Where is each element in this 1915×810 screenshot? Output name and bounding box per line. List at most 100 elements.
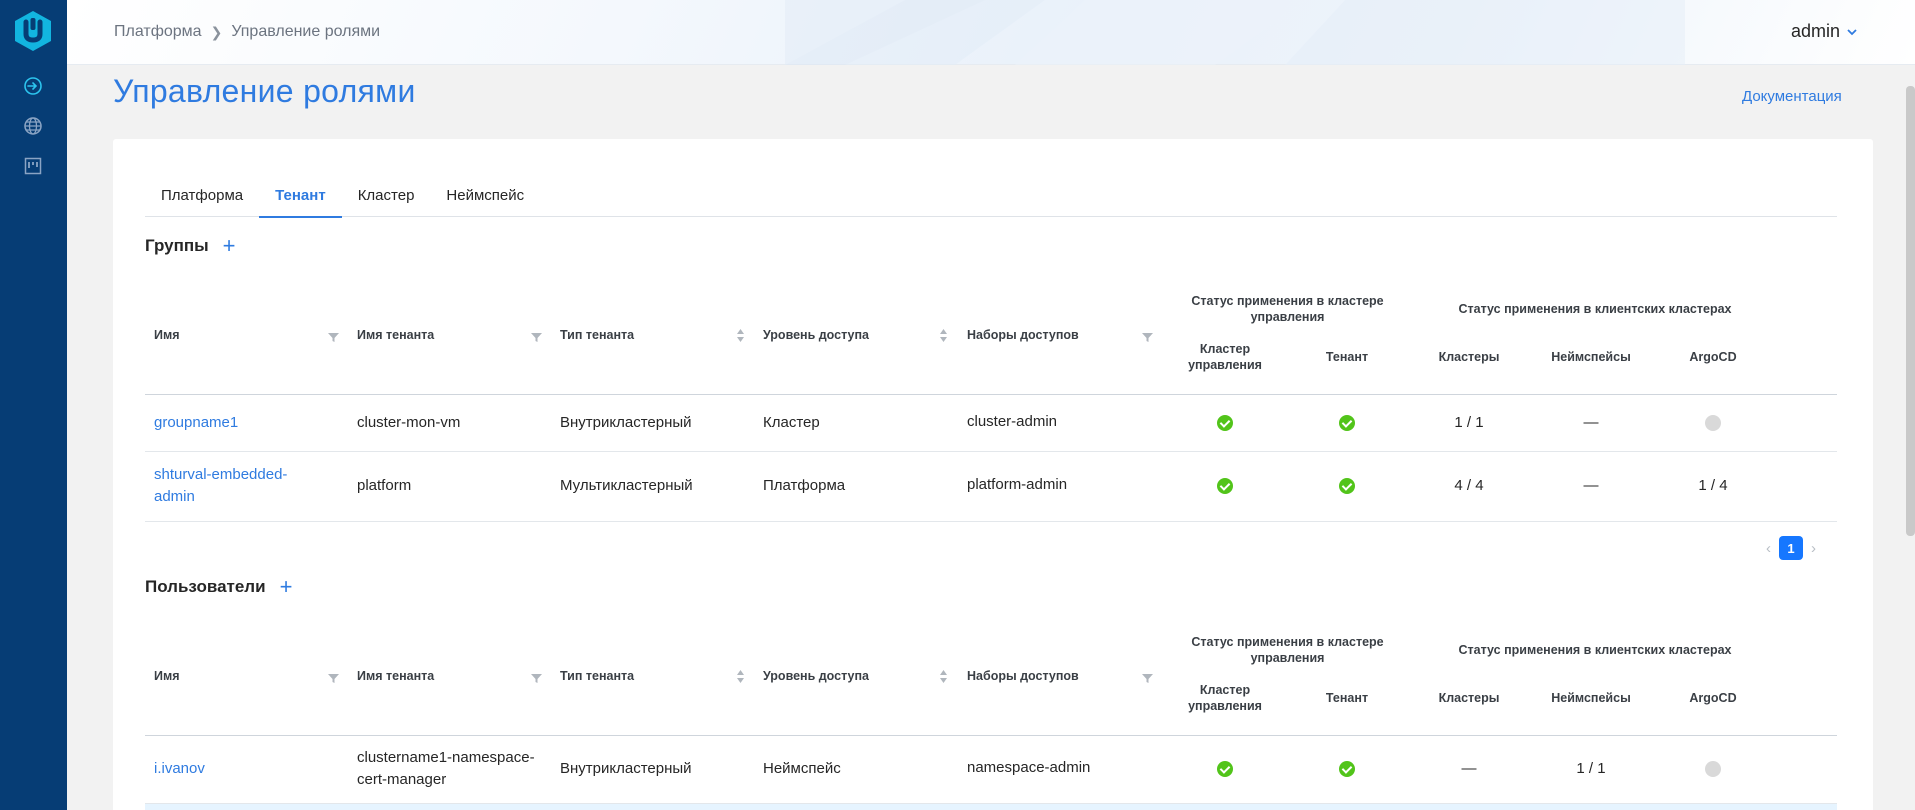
tenant-name-cell: cluster-mon-vm — [357, 414, 461, 431]
col-access-sets: Наборы доступов — [967, 328, 1079, 342]
pagination: ‹ 1 › — [1766, 536, 1816, 560]
table-row[interactable]: groupname1 cluster-mon-vm Внутрикластерн… — [145, 395, 1837, 452]
tab-tenant[interactable]: Тенант — [259, 176, 342, 218]
groups-section-title: Группы + — [145, 235, 236, 257]
tab-platform[interactable]: Платформа — [145, 176, 259, 217]
access-level-cell: Неймспейс — [763, 760, 841, 777]
col-tenant-type: Тип тенанта — [560, 669, 635, 683]
col-clusters: Кластеры — [1438, 350, 1500, 364]
user-name: admin — [1790, 21, 1840, 41]
next-row-highlight — [145, 804, 1837, 810]
chevron-down-icon — [1847, 28, 1857, 35]
col-name: Имя — [154, 328, 180, 342]
tenant-type-cell: Внутрикластерный — [560, 760, 692, 777]
sort-icon[interactable] — [736, 328, 745, 348]
filter-icon[interactable] — [531, 330, 542, 348]
status-none-icon — [1705, 415, 1721, 431]
access-sets-cell: platform-admin — [967, 476, 1068, 493]
page-title: Управление ролями — [113, 73, 416, 109]
next-page-icon[interactable]: › — [1811, 540, 1816, 557]
sidebar — [0, 0, 67, 810]
filter-icon[interactable] — [1142, 671, 1153, 689]
col-group-client: Статус применения в клиентских кластерах — [1458, 302, 1732, 316]
groups-title: Группы — [145, 236, 209, 255]
header-pattern-decoration — [785, 0, 1685, 65]
tenant-name-cell: clustername1-namespace-cert-manager — [357, 749, 535, 788]
status-ok-icon — [1217, 478, 1233, 494]
groups-table: Имя Имя тенанта Тип тенанта Уровень дост… — [145, 275, 1837, 522]
col-name: Имя — [154, 669, 180, 683]
col-tenant: Тенант — [1325, 350, 1369, 364]
sort-icon[interactable] — [736, 669, 745, 689]
globe-icon[interactable] — [22, 115, 44, 137]
table-row[interactable]: shturval-embedded-admin platform Мультик… — [145, 452, 1837, 522]
col-clusters: Кластеры — [1438, 691, 1500, 705]
col-argocd: ArgoCD — [1689, 350, 1737, 364]
tab-cluster[interactable]: Кластер — [342, 176, 431, 217]
login-icon[interactable] — [22, 75, 44, 97]
col-tenant-type: Тип тенанта — [560, 328, 635, 342]
access-sets-cell: cluster-admin — [967, 413, 1058, 430]
user-menu[interactable]: admin — [1791, 21, 1858, 42]
namespaces-cell: — — [1583, 414, 1599, 431]
filter-icon[interactable] — [328, 671, 339, 689]
col-tenant-name: Имя тенанта — [357, 669, 435, 683]
namespaces-cell: 1 / 1 — [1576, 760, 1606, 777]
breadcrumb-role-management: Управление ролями — [231, 23, 381, 40]
users-table: Имя Имя тенанта Тип тенанта Уровень дост… — [145, 616, 1837, 804]
users-table-header: Имя Имя тенанта Тип тенанта Уровень дост… — [145, 616, 1837, 736]
main-card: Платформа Тенант Кластер Неймспейс Групп… — [113, 139, 1873, 810]
status-ok-icon — [1339, 478, 1355, 494]
namespaces-cell: — — [1583, 477, 1599, 494]
documentation-link[interactable]: Документация — [1742, 88, 1842, 105]
chevron-right-icon: ❯ — [210, 23, 223, 40]
tab-namespace[interactable]: Неймспейс — [430, 176, 540, 217]
col-tenant-name: Имя тенанта — [357, 328, 435, 342]
status-none-icon — [1705, 761, 1721, 777]
groups-table-header: Имя Имя тенанта Тип тенанта Уровень дост… — [145, 275, 1837, 395]
breadcrumb-platform[interactable]: Платформа — [114, 23, 202, 41]
status-ok-icon — [1217, 761, 1233, 777]
sort-icon[interactable] — [939, 328, 948, 348]
col-access-sets: Наборы доступов — [967, 669, 1079, 683]
group-name-link[interactable]: groupname1 — [154, 412, 238, 434]
tab-bar: Платформа Тенант Кластер Неймспейс — [145, 176, 1837, 218]
add-group-button[interactable]: + — [223, 235, 236, 257]
col-mgmt-cluster: Кластер управления — [1188, 683, 1262, 713]
filter-icon[interactable] — [1142, 330, 1153, 348]
status-ok-icon — [1217, 415, 1233, 431]
status-ok-icon — [1339, 415, 1355, 431]
col-namespaces: Неймспейсы — [1551, 691, 1631, 705]
filter-icon[interactable] — [328, 330, 339, 348]
filter-icon[interactable] — [531, 671, 542, 689]
user-name-link[interactable]: i.ivanov — [154, 758, 205, 780]
col-access-level: Уровень доступа — [763, 328, 869, 342]
status-ok-icon — [1339, 761, 1355, 777]
sort-icon[interactable] — [939, 669, 948, 689]
users-section-title: Пользователи + — [145, 576, 292, 598]
table-row[interactable]: i.ivanov clustername1-namespace-cert-man… — [145, 736, 1837, 804]
board-icon[interactable] — [22, 155, 44, 177]
col-mgmt-cluster: Кластер управления — [1188, 342, 1262, 372]
access-level-cell: Платформа — [763, 477, 846, 494]
page-1-button[interactable]: 1 — [1779, 536, 1803, 560]
group-name-link[interactable]: shturval-embedded-admin — [154, 464, 324, 508]
access-level-cell: Кластер — [763, 414, 820, 431]
top-header: Платформа ❯ Управление ролями admin — [67, 0, 1915, 65]
prev-page-icon[interactable]: ‹ — [1766, 540, 1771, 557]
breadcrumb: Платформа ❯ Управление ролями — [114, 23, 380, 41]
tenant-name-cell: platform — [357, 477, 412, 494]
clusters-cell: 1 / 1 — [1454, 414, 1484, 431]
col-group-client: Статус применения в клиентских кластерах — [1458, 643, 1732, 657]
add-user-button[interactable]: + — [280, 576, 293, 598]
col-access-level: Уровень доступа — [763, 669, 869, 683]
clusters-cell: — — [1461, 760, 1477, 777]
col-tenant: Тенант — [1325, 691, 1369, 705]
page-scrollbar[interactable] — [1906, 86, 1915, 536]
app-logo-icon[interactable] — [12, 10, 54, 52]
argocd-cell: 1 / 4 — [1698, 477, 1728, 494]
access-sets-cell: namespace-admin — [967, 759, 1091, 776]
col-group-mgmt: Статус применения в кластере управления — [1191, 294, 1384, 324]
users-title: Пользователи — [145, 577, 266, 596]
col-argocd: ArgoCD — [1689, 691, 1737, 705]
